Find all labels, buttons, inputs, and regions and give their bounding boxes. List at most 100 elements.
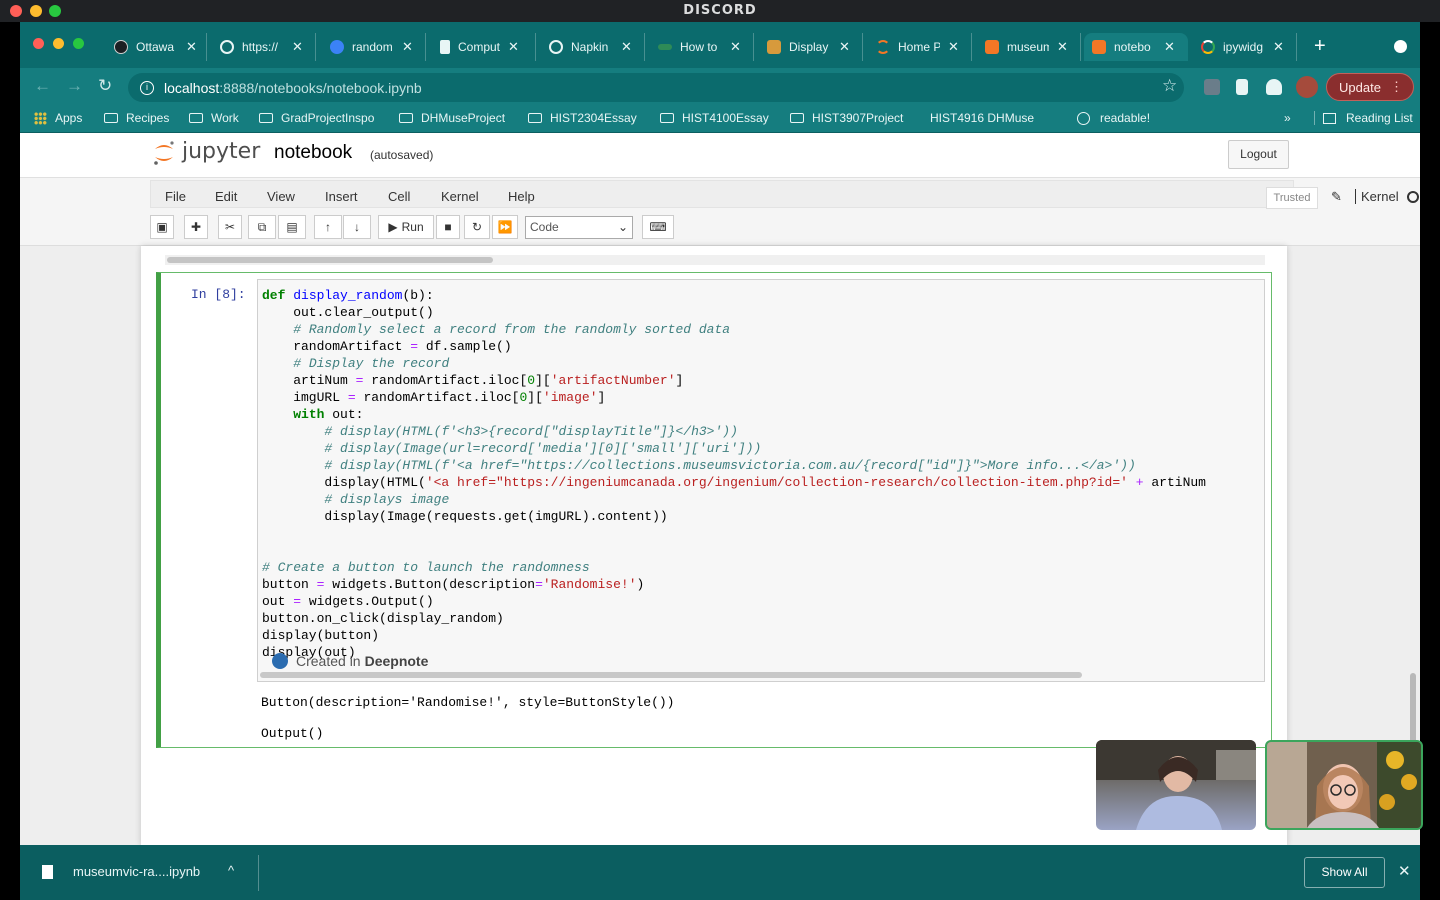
puzzle-piece-icon[interactable]	[1266, 79, 1282, 95]
chrome-close-icon[interactable]	[33, 38, 44, 49]
folder-icon	[259, 113, 273, 123]
close-icon[interactable]: ✕	[730, 39, 741, 55]
insert-cell-button[interactable]: ✚	[184, 215, 208, 239]
jupyter-logo-icon[interactable]	[152, 139, 176, 167]
new-tab-plus-icon[interactable]: +	[1314, 35, 1326, 58]
extension-icon[interactable]	[1204, 79, 1220, 95]
scrollbar-thumb[interactable]	[167, 257, 493, 263]
previous-cell-scrollbar[interactable]	[165, 255, 1265, 265]
browser-tab[interactable]: ipywidg ✕	[1193, 33, 1297, 61]
chrome-minimize-icon[interactable]	[53, 38, 64, 49]
menu-edit[interactable]: Edit	[215, 189, 237, 204]
bookmark-star-icon[interactable]: ☆	[1162, 76, 1177, 96]
tab-search-icon[interactable]	[1394, 40, 1407, 53]
menu-cell[interactable]: Cell	[388, 189, 410, 204]
update-button[interactable]: Update ⋮	[1326, 73, 1414, 101]
created-in-deepnote[interactable]: Created in Deepnote	[272, 653, 428, 669]
info-icon[interactable]: i	[140, 80, 154, 95]
browser-tab[interactable]: Home P ✕	[868, 33, 972, 61]
browser-tab[interactable]: Ottawa ✕	[106, 33, 207, 61]
bookmark-folder[interactable]: DHMuseProject	[399, 111, 505, 125]
bookmarks-overflow-icon[interactable]: »	[1284, 111, 1291, 125]
bookmark-folder[interactable]: HIST4100Essay	[660, 111, 769, 125]
close-icon[interactable]: ✕	[508, 39, 519, 55]
bookmark-folder[interactable]: GradProjectInspo	[259, 111, 374, 125]
cut-button[interactable]: ✂	[218, 215, 242, 239]
code-text[interactable]: def display_random(b): out.clear_output(…	[262, 287, 1206, 661]
notebook-name[interactable]: notebook	[274, 142, 352, 164]
cell-type-select[interactable]: Code ⌄	[525, 216, 633, 239]
move-down-button[interactable]: ↓	[343, 215, 371, 239]
chrome-zoom-icon[interactable]	[73, 38, 84, 49]
close-icon[interactable]: ✕	[292, 39, 303, 55]
browser-tab[interactable]: How to ✕	[650, 33, 754, 61]
close-icon[interactable]: ✕	[1398, 862, 1411, 880]
close-icon[interactable]: ✕	[1273, 39, 1284, 55]
video-tile-speaking[interactable]	[1265, 740, 1423, 830]
back-arrow-icon[interactable]: ←	[34, 76, 51, 96]
code-horizontal-scrollbar[interactable]	[260, 670, 1262, 680]
code-editor[interactable]: def display_random(b): out.clear_output(…	[257, 279, 1265, 682]
browser-tab[interactable]: random ✕	[322, 33, 426, 61]
output-text: Button(description='Randomise!', style=B…	[261, 695, 675, 710]
bookmark-page[interactable]: HIST4916 DHMuse	[930, 111, 1034, 235]
jupyter-brand: jupyter	[182, 139, 261, 164]
bookmark-folder[interactable]: Work	[189, 111, 239, 125]
bookmark-page[interactable]: readable!	[1077, 111, 1150, 125]
logout-button[interactable]: Logout	[1228, 140, 1289, 169]
file-icon	[42, 864, 53, 879]
browser-tab[interactable]: museum ✕	[977, 33, 1081, 61]
pencil-icon[interactable]: ✎	[1331, 189, 1342, 205]
save-button[interactable]: ▣	[150, 215, 174, 239]
close-icon[interactable]: ✕	[621, 39, 632, 55]
chevron-up-icon[interactable]: ^	[228, 863, 234, 878]
browser-tab[interactable]: Comput ✕	[432, 33, 536, 61]
menu-help[interactable]: Help	[508, 189, 535, 204]
bookmark-folder[interactable]: HIST2304Essay	[528, 111, 637, 125]
menu-view[interactable]: View	[267, 189, 295, 204]
command-palette-button[interactable]: ⌨	[642, 215, 674, 239]
menu-kernel[interactable]: Kernel	[441, 189, 479, 204]
close-icon[interactable]: ✕	[839, 39, 850, 55]
menu-file[interactable]: File	[165, 189, 186, 204]
reload-icon[interactable]: ↻	[98, 76, 112, 96]
scrollbar-thumb[interactable]	[260, 672, 1082, 678]
address-bar[interactable]: i localhost:8888/notebooks/notebook.ipyn…	[128, 73, 1184, 102]
github-icon	[114, 40, 128, 54]
reading-list-icon	[1323, 112, 1336, 124]
browser-tab-active[interactable]: notebo ✕	[1084, 33, 1188, 61]
browser-tab[interactable]: https:// ✕	[212, 33, 316, 61]
forward-arrow-icon[interactable]: →	[66, 76, 83, 96]
close-icon[interactable]: ✕	[948, 39, 959, 55]
more-vertical-icon[interactable]: ⋮	[1390, 79, 1403, 95]
run-button[interactable]: ▶ Run	[378, 215, 434, 239]
browser-tab[interactable]: Display ✕	[759, 33, 863, 61]
reading-list-button[interactable]: Reading List	[1314, 111, 1413, 125]
show-all-button[interactable]: Show All	[1304, 857, 1385, 888]
kernel-name[interactable]: Kernel	[1355, 189, 1399, 204]
run-all-button[interactable]: ⏩	[492, 215, 518, 239]
close-icon[interactable]: ✕	[1164, 39, 1175, 55]
browser-tab[interactable]: Napkin ✕	[541, 33, 645, 61]
download-item[interactable]: museumvic-ra....ipynb	[42, 864, 200, 879]
google-icon	[1201, 40, 1215, 54]
interrupt-button[interactable]: ■	[436, 215, 460, 239]
profile-avatar[interactable]	[1296, 76, 1318, 98]
close-icon[interactable]: ✕	[186, 39, 197, 55]
paste-button[interactable]: ▤	[278, 215, 306, 239]
close-icon[interactable]: ✕	[402, 39, 413, 55]
menu-insert[interactable]: Insert	[325, 189, 358, 204]
bookmark-apps[interactable]: Apps	[34, 111, 82, 125]
restart-button[interactable]: ↻	[464, 215, 490, 239]
video-tile[interactable]	[1096, 740, 1256, 830]
trusted-indicator[interactable]: Trusted	[1266, 187, 1318, 209]
copy-button[interactable]: ⧉	[248, 215, 276, 239]
move-up-button[interactable]: ↑	[314, 215, 342, 239]
reader-icon[interactable]	[1236, 79, 1248, 95]
code-cell-selected[interactable]: In [8]: def display_random(b): out.clear…	[156, 272, 1272, 748]
bookmark-folder[interactable]: Recipes	[104, 111, 169, 125]
jupyter-notebook-icon	[1092, 40, 1106, 54]
keyboard-icon: ⌨	[649, 220, 667, 234]
bookmark-folder[interactable]: HIST3907Project	[790, 111, 903, 125]
close-icon[interactable]: ✕	[1057, 39, 1068, 55]
